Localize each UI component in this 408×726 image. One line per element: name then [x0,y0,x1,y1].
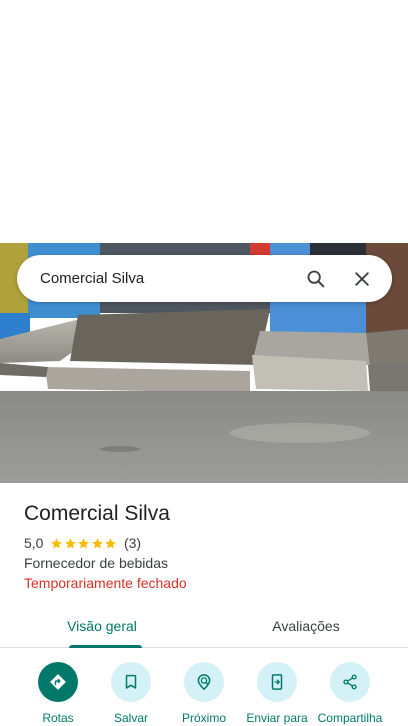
directions-button-circle [38,662,78,702]
send-to-phone-button-circle [257,662,297,702]
save-button-circle [111,662,151,702]
star-icon [78,537,90,548]
bookmark-icon [125,674,137,689]
tab-reviews[interactable]: Avaliações [204,605,408,647]
send-to-phone-icon [271,674,283,690]
save-label: Salvar [113,711,148,725]
share-button[interactable]: Compartilha [310,662,390,725]
close-icon[interactable] [344,261,380,297]
star-icon [65,537,76,548]
map-blank-area [0,0,408,243]
place-title: Comercial Silva [24,502,170,525]
place-category: Fornecedor de bebidas [24,555,168,571]
search-query[interactable]: Comercial Silva [40,270,288,287]
rating-value: 5,0 [24,535,44,551]
nearby-button[interactable]: Próximo [164,662,244,725]
place-status: Temporariamente fechado [24,575,187,591]
rating-stars [50,537,118,550]
star-icon [92,537,103,548]
nearby-icon [197,674,211,691]
directions-button[interactable]: Rotas [18,662,98,725]
share-button-circle [330,662,370,702]
save-button[interactable]: Salvar [91,662,171,725]
tab-overview-label: Visão geral [67,618,137,634]
nearby-label: Próximo [181,711,226,725]
action-bar: Rotas Salvar Próximo Enviar para Compart… [0,662,408,726]
rating-row[interactable]: 5,0 (3) [24,535,384,551]
nearby-button-circle [184,662,224,702]
send-to-phone-label: Enviar para [246,711,308,725]
tab-bar: Visão geral Avaliações [0,605,408,648]
directions-icon [50,674,66,690]
share-label: Compartilha [317,711,383,725]
star-icon [51,537,63,548]
place-info: Comercial Silva 5,0 (3) Fornecedor de be… [24,500,384,591]
directions-label: Rotas [42,711,74,725]
search-bar[interactable]: Comercial Silva [17,255,392,302]
active-tab-indicator [69,645,142,648]
send-to-phone-button[interactable]: Enviar para [237,662,317,725]
star-icon [105,537,117,548]
share-icon [343,674,357,690]
tab-overview[interactable]: Visão geral [0,605,204,648]
tab-reviews-label: Avaliações [272,618,340,634]
review-count[interactable]: (3) [124,535,141,551]
search-icon[interactable] [298,261,334,297]
